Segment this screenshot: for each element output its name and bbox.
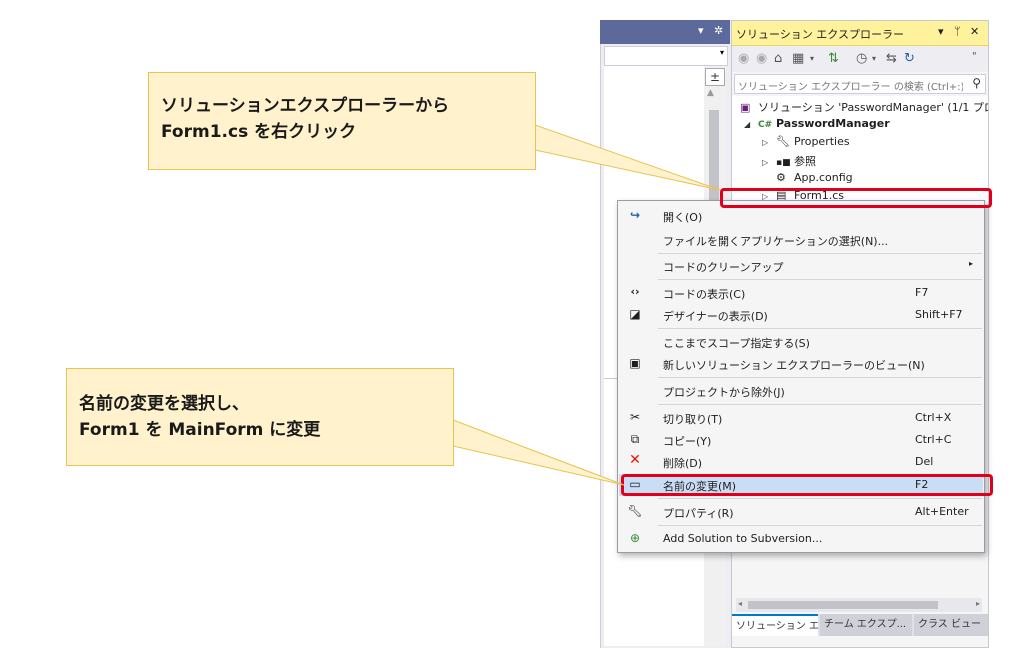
menu-item-view-designer[interactable]: ◪ デザイナーの表示(D) Shift+F7 [619,304,983,326]
scroll-up-icon[interactable]: ▲ [707,88,714,98]
submenu-arrow-icon: ▸ [969,259,974,268]
menu-item-delete[interactable]: ✕ 削除(D) Del [619,451,983,473]
menu-separator [658,404,982,405]
solution-explorer-toolbar: ◉ ◉ ⌂ ▦ ▾ ⇅ ◷ ▾ ⇆ ↻ " [732,46,988,72]
chevron-down-icon: ▾ [719,48,724,57]
horizontal-scroll-thumb[interactable] [748,601,938,609]
scissors-icon: ✂ [629,410,641,424]
tree-item-solution[interactable]: ▣ ソリューション 'PasswordManager' (1/1 プロジ [740,99,988,117]
tree-item-label: PasswordManager [776,117,890,130]
callout-2-pointer [452,419,625,486]
form1-highlight-outline [720,188,992,208]
scroll-left-icon[interactable]: ◂ [738,599,742,608]
window-position-icon[interactable]: ▾ [938,25,944,38]
search-input[interactable] [735,78,966,97]
tab-team-explorer[interactable]: チーム エクスプ... [820,614,912,636]
callout-select-rename: 名前の変更を選択し、 Form1 を MainForm に変更 [66,368,454,466]
scroll-right-icon[interactable]: ▸ [976,599,980,608]
csharp-project-icon: C# [758,120,773,130]
menu-item-properties[interactable]: 🔧︎ プロパティ(R) Alt+Enter [619,501,983,523]
menu-item-add-to-subversion[interactable]: ⊕ Add Solution to Subversion... [619,528,983,550]
tree-item-project[interactable]: ◢ C# PasswordManager [744,117,890,135]
callout-text: ソリューションエクスプローラーから Form1.cs を右クリック [161,96,450,142]
chevron-down-icon[interactable]: ▾ [872,54,876,63]
menu-item-scope-to-this[interactable]: ここまでスコープ指定する(S) [619,331,983,353]
tree-item-label: Properties [794,135,850,148]
solution-explorer-search[interactable]: ⚲ [734,74,986,97]
config-file-icon: ⚙ [776,171,786,184]
tree-item-label: App.config [794,171,853,184]
tree-item-label: ソリューション 'PasswordManager' (1/1 プロジ [758,101,988,114]
code-view-icon: ‹› [630,285,640,298]
pending-changes-filter-icon[interactable]: ◷ [856,51,867,66]
tab-dropdown-icon[interactable]: ▾ [698,24,704,37]
menu-separator [658,279,982,280]
menu-item-new-solution-explorer-view[interactable]: ▣ 新しいソリューション エクスプローラーのビュー(N) [619,353,983,375]
switch-views-icon[interactable]: ▦ [792,51,804,66]
designer-icon: ◪ [629,307,641,321]
menu-separator [658,328,982,329]
wrench-icon: 🔧︎ [627,504,643,518]
menu-separator [658,377,982,378]
tree-item-properties[interactable]: ▷ 🔧︎ Properties [762,135,850,153]
forward-icon[interactable]: ◉ [756,51,767,66]
tree-item-app-config[interactable]: ⚙ App.config [776,171,853,189]
expanded-arrow-icon[interactable]: ◢ [744,120,758,129]
menu-item-code-cleanup[interactable]: コードのクリーンアップ ▸ [619,255,983,277]
search-icon[interactable]: ⚲ [972,76,981,90]
collapsed-arrow-icon[interactable]: ▷ [762,138,776,147]
tab-solution-explorer[interactable]: ソリューション エ... [732,614,829,636]
panel-tab-strip: ソリューション エ... チーム エクスプ... クラス ビュー [732,614,988,636]
tab-class-view[interactable]: クラス ビュー [914,614,988,636]
editor-navigation-dropdown[interactable]: ▾ [604,46,728,66]
chevron-down-icon[interactable]: ▾ [810,54,814,63]
callout-text: 名前の変更を選択し、 Form1 を MainForm に変更 [79,394,321,440]
refresh-icon[interactable]: ↻ [904,51,915,66]
tree-item-label: 参照 [794,155,816,168]
home-icon[interactable]: ⌂ [774,51,782,66]
wrench-icon: 🔧︎ [776,135,790,148]
menu-item-open[interactable]: ↪ 開く(O) [619,205,983,227]
editor-tab-bar: ▾ ✲ [600,20,730,44]
subversion-icon: ⊕ [629,531,641,545]
pin-icon[interactable]: ᛘ [954,25,961,38]
menu-separator [658,525,982,526]
menu-separator [658,253,982,254]
context-menu: ↪ 開く(O) ファイルを開くアプリケーションの選択(N)... コードのクリー… [617,200,985,553]
split-window-button[interactable]: ± [705,68,725,86]
menu-separator [658,498,982,499]
toolbar-overflow-icon[interactable]: " [972,51,977,62]
menu-item-exclude-from-project[interactable]: プロジェクトから除外(J) [619,380,983,402]
callout-right-click-form1: ソリューションエクスプローラーから Form1.cs を右クリック [148,72,536,170]
sync-icon[interactable]: ⇆ [886,51,897,66]
menu-item-open-with[interactable]: ファイルを開くアプリケーションの選択(N)... [619,229,983,251]
solution-explorer-titlebar: ソリューション エクスプローラー ▾ ᛘ ✕ [732,21,988,46]
collapsed-arrow-icon[interactable]: ▷ [762,158,776,167]
menu-item-copy[interactable]: ⧉ コピー(Y) Ctrl+C [619,429,983,451]
settings-gear-icon[interactable]: ✲ [714,24,723,37]
new-view-icon: ▣ [629,356,641,370]
solution-explorer-title: ソリューション エクスプローラー [736,28,904,41]
sync-active-document-icon[interactable]: ⇅ [828,51,839,66]
rename-highlight-outline [621,474,993,496]
back-icon[interactable]: ◉ [738,51,749,66]
open-arrow-icon: ↪ [629,208,641,222]
menu-item-view-code[interactable]: ‹› コードの表示(C) F7 [619,282,983,304]
delete-x-icon: ✕ [629,452,641,468]
close-icon[interactable]: ✕ [970,25,979,38]
menu-item-cut[interactable]: ✂ 切り取り(T) Ctrl+X [619,407,983,429]
solution-icon: ▣ [740,101,751,114]
tree-item-references[interactable]: ▷ ▪■ 参照 [762,153,816,171]
copy-icon: ⧉ [630,432,640,446]
references-icon: ▪■ [776,158,791,168]
